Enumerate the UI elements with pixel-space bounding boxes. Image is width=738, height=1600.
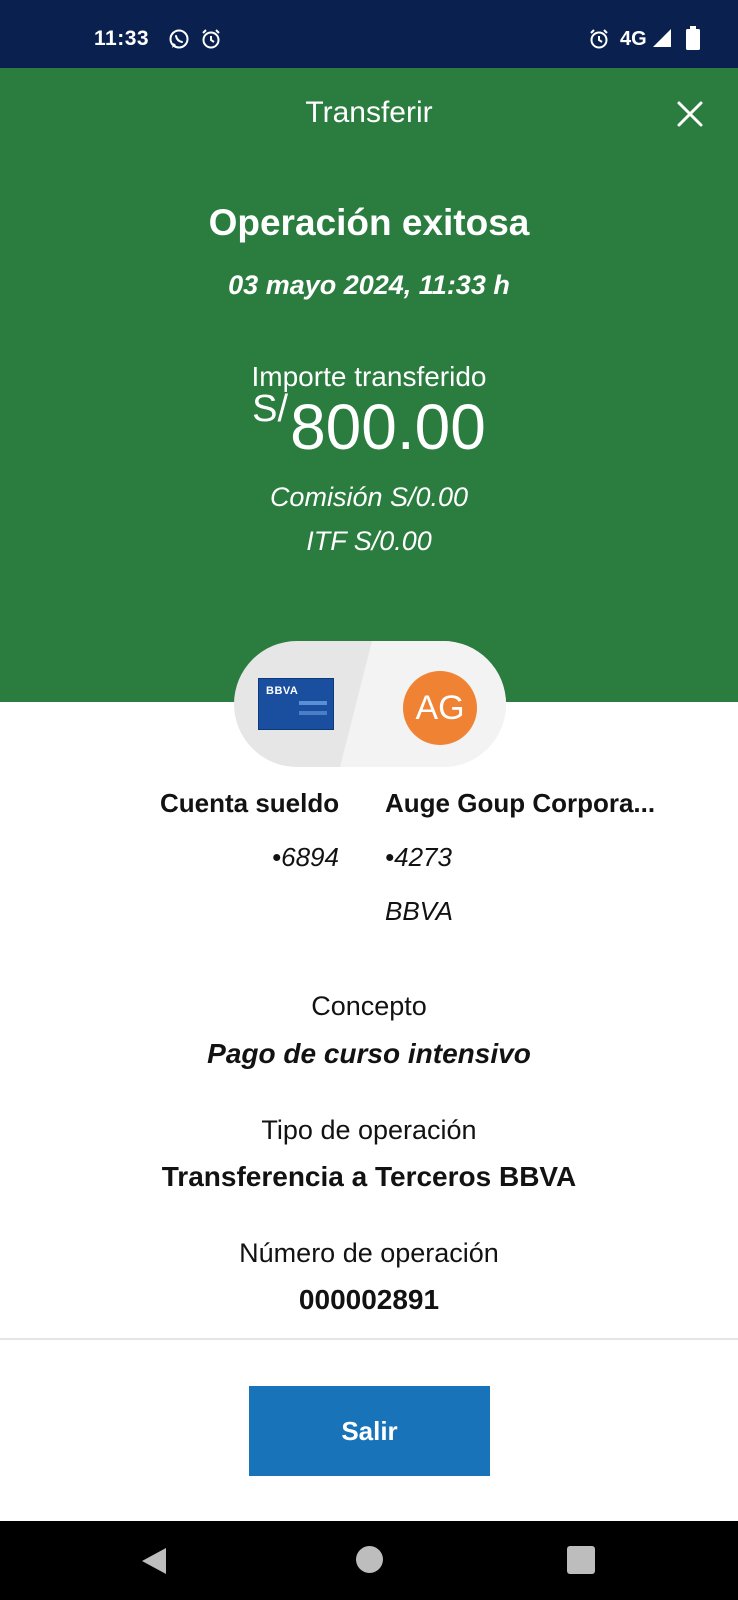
operation-type-label: Tipo de operación bbox=[261, 1115, 477, 1145]
destination-bank: BBVA bbox=[385, 896, 453, 926]
itf-text: ITF S/0.00 bbox=[306, 526, 432, 556]
recent-apps-icon[interactable] bbox=[567, 1546, 595, 1574]
operation-number-label: Número de operación bbox=[239, 1238, 499, 1268]
operation-type-value: Transferencia a Terceros BBVA bbox=[161, 1161, 577, 1192]
success-header: Transferir Operación exitosa 03 mayo 202… bbox=[0, 68, 738, 702]
commission-text: Comisión S/0.00 bbox=[269, 482, 469, 512]
origin-account-number: •6894 bbox=[272, 842, 339, 872]
amount-value: 800.00 bbox=[290, 391, 486, 463]
navigation-bar bbox=[0, 1521, 738, 1600]
destination-account-name: Auge Goup Corpora... bbox=[385, 788, 656, 818]
network-type: 4G bbox=[620, 28, 647, 50]
page-title: Transferir bbox=[305, 96, 433, 129]
transfer-route: BBVA AG bbox=[234, 641, 506, 767]
destination-account-number: •4273 bbox=[385, 842, 452, 872]
close-icon[interactable] bbox=[676, 100, 704, 128]
success-headline: Operación exitosa bbox=[208, 202, 530, 243]
concept-value: Pago de curso intensivo bbox=[207, 1038, 531, 1069]
origin-account-name: Cuenta sueldo bbox=[160, 788, 340, 818]
avatar: AG bbox=[403, 671, 477, 745]
whatsapp-icon bbox=[168, 28, 190, 55]
exit-button[interactable]: Salir bbox=[249, 1386, 490, 1476]
alarm-icon bbox=[200, 28, 222, 55]
home-icon[interactable] bbox=[356, 1546, 383, 1573]
status-bar: 11:33 4G bbox=[0, 0, 738, 68]
currency-symbol: S/ bbox=[252, 388, 289, 430]
operation-number-value: 000002891 bbox=[298, 1284, 440, 1315]
operation-datetime: 03 mayo 2024, 11:33 h bbox=[228, 270, 510, 300]
card-icon: BBVA bbox=[258, 678, 334, 730]
transferred-amount: S/800.00 bbox=[0, 388, 738, 464]
status-time: 11:33 bbox=[94, 27, 150, 50]
footer-divider bbox=[0, 1338, 738, 1340]
back-icon[interactable] bbox=[140, 1546, 168, 1581]
concept-label: Concepto bbox=[311, 991, 427, 1021]
card-brand: BBVA bbox=[266, 685, 299, 697]
battery-icon bbox=[686, 26, 700, 55]
alarm-icon bbox=[588, 28, 610, 55]
signal-icon bbox=[652, 28, 672, 53]
